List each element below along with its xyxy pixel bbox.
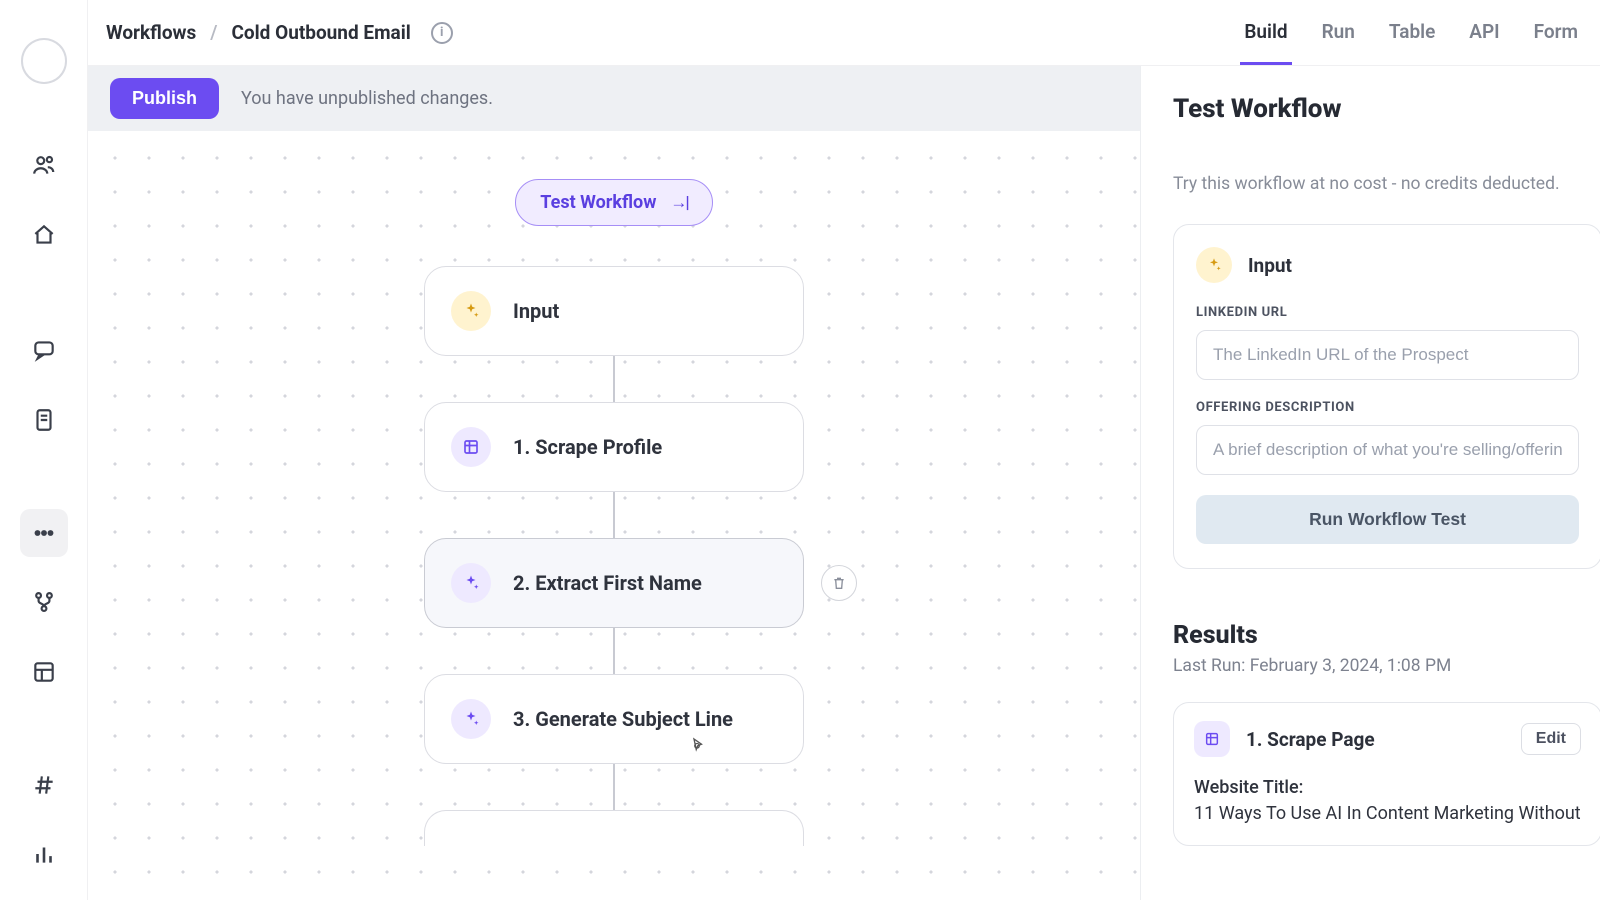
grid-icon [1194, 721, 1230, 757]
breadcrumb-root[interactable]: Workflows [106, 21, 196, 44]
offering-desc-input[interactable] [1196, 425, 1579, 475]
node-generate-subject[interactable]: 3. Generate Subject Line [424, 674, 804, 764]
result-body-label: Website Title: [1194, 775, 1581, 801]
chat-icon[interactable] [20, 327, 68, 374]
test-workflow-label: Test Workflow [540, 192, 656, 213]
canvas-area: Publish You have unpublished changes. Te… [88, 66, 1140, 900]
main-area: Workflows / Cold Outbound Email i Build … [88, 0, 1600, 900]
sparkle-icon [451, 699, 491, 739]
offering-desc-label: OFFERING DESCRIPTION [1196, 400, 1579, 415]
breadcrumb: Workflows / Cold Outbound Email i [106, 21, 453, 44]
result-card: 1. Scrape Page Edit Website Title: 11 Wa… [1173, 702, 1600, 846]
node-label: 2. Extract First Name [513, 571, 702, 595]
layout-icon[interactable] [20, 648, 68, 695]
publish-message: You have unpublished changes. [241, 88, 493, 109]
content-split: Publish You have unpublished changes. Te… [88, 66, 1600, 900]
connector [613, 356, 615, 402]
result-body: Website Title: 11 Ways To Use AI In Cont… [1194, 775, 1581, 827]
results-title: Results [1173, 621, 1600, 650]
document-icon[interactable] [20, 396, 68, 443]
sparkle-icon [451, 291, 491, 331]
node-label: 1. Scrape Profile [513, 435, 662, 459]
test-panel: Test Workflow Try this workflow at no co… [1140, 66, 1600, 900]
linkedin-url-input[interactable] [1196, 330, 1579, 380]
edit-button[interactable]: Edit [1521, 723, 1581, 755]
result-card-title: 1. Scrape Page [1246, 728, 1375, 751]
home-icon[interactable] [20, 211, 68, 258]
node-next-partial[interactable] [424, 810, 804, 846]
topbar: Workflows / Cold Outbound Email i Build … [88, 0, 1600, 66]
node-label: Input [513, 299, 559, 323]
connector [613, 628, 615, 674]
grid-icon [451, 427, 491, 467]
results-last-run: Last Run: February 3, 2024, 1:08 PM [1173, 656, 1600, 676]
analytics-icon[interactable] [20, 830, 68, 877]
node-label: 3. Generate Subject Line [513, 707, 733, 731]
breadcrumb-separator: / [210, 21, 217, 44]
panel-hint: Try this workflow at no cost - no credit… [1173, 174, 1600, 194]
run-workflow-test-button[interactable]: Run Workflow Test [1196, 495, 1579, 544]
panel-title: Test Workflow [1173, 94, 1600, 124]
people-icon[interactable] [20, 142, 68, 189]
delete-node-button[interactable] [821, 565, 857, 601]
tab-table[interactable]: Table [1385, 0, 1439, 65]
view-tabs: Build Run Table API Form [1240, 0, 1582, 65]
branch-icon[interactable] [20, 579, 68, 626]
linkedin-url-label: LINKEDIN URL [1196, 305, 1579, 320]
node-input[interactable]: Input [424, 266, 804, 356]
connector [613, 492, 615, 538]
tab-form[interactable]: Form [1530, 0, 1582, 65]
connector [613, 764, 615, 810]
node-extract-first-name[interactable]: 2. Extract First Name [424, 538, 804, 628]
publish-button[interactable]: Publish [110, 78, 219, 119]
test-workflow-pill[interactable]: Test Workflow →| [515, 179, 712, 226]
tab-build[interactable]: Build [1240, 0, 1291, 65]
avatar[interactable] [21, 38, 67, 84]
tab-run[interactable]: Run [1318, 0, 1359, 65]
result-body-text: 11 Ways To Use AI In Content Marketing W… [1194, 801, 1581, 827]
sparkle-icon [1196, 247, 1232, 283]
info-icon[interactable]: i [431, 22, 453, 44]
tab-api[interactable]: API [1465, 0, 1503, 65]
breadcrumb-current: Cold Outbound Email [231, 21, 410, 44]
hash-icon[interactable] [20, 761, 68, 808]
left-sidebar [0, 0, 88, 900]
sparkle-icon [451, 563, 491, 603]
publish-bar: Publish You have unpublished changes. [88, 66, 1140, 131]
node-list: Input 1. Scrape Profile 2. [424, 266, 804, 846]
input-card-title: Input [1248, 254, 1292, 277]
workflow-canvas[interactable]: Test Workflow →| Input [88, 131, 1140, 900]
workflow-icon[interactable] [20, 509, 68, 556]
arrow-right-icon: →| [670, 193, 687, 213]
input-card: Input LINKEDIN URL OFFERING DESCRIPTION … [1173, 224, 1600, 569]
node-scrape-profile[interactable]: 1. Scrape Profile [424, 402, 804, 492]
